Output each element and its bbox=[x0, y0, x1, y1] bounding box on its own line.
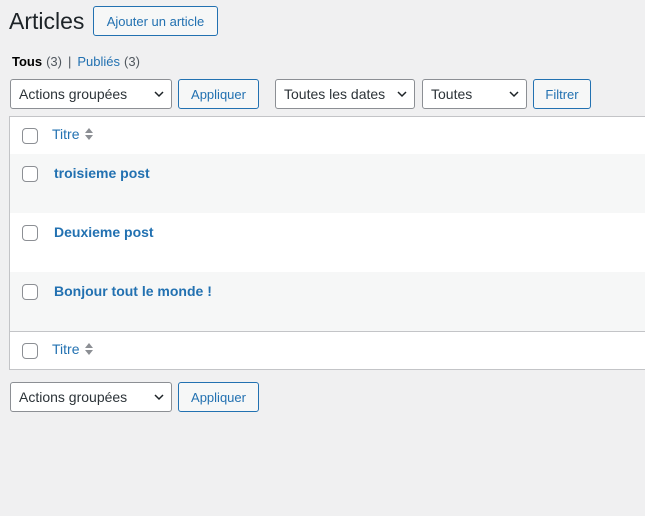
row-checkbox[interactable] bbox=[22, 166, 38, 182]
column-title-label: Titre bbox=[52, 126, 80, 142]
bulk-actions-select-top[interactable]: Actions groupées bbox=[10, 79, 172, 109]
filter-all-label[interactable]: Tous bbox=[12, 53, 42, 71]
table-header: Titre bbox=[10, 117, 645, 155]
select-all-checkbox-footer[interactable] bbox=[22, 343, 38, 359]
select-all-checkbox[interactable] bbox=[22, 128, 38, 144]
table-row: Deuxieme post bbox=[10, 213, 645, 272]
column-title-sort-footer[interactable]: Titre bbox=[52, 341, 94, 357]
bulk-actions-select-bottom[interactable]: Actions groupées bbox=[10, 382, 172, 412]
row-checkbox[interactable] bbox=[22, 225, 38, 241]
status-filter-links: Tous (3) | Publiés (3) bbox=[12, 53, 140, 71]
bulk-actions-value: Actions groupées bbox=[19, 389, 128, 405]
filter-published-count: (3) bbox=[124, 54, 140, 69]
column-title-label: Titre bbox=[52, 341, 80, 357]
chevron-down-icon bbox=[397, 91, 407, 98]
category-select[interactable]: Toutes bbox=[422, 79, 527, 109]
row-checkbox[interactable] bbox=[22, 284, 38, 300]
chevron-down-icon bbox=[154, 394, 164, 401]
filter-button[interactable]: Filtrer bbox=[533, 79, 591, 109]
sort-icon bbox=[85, 343, 94, 355]
posts-table: Titre troisieme post Deuxieme post Bonjo… bbox=[9, 116, 645, 370]
table-footer: Titre bbox=[10, 331, 645, 369]
sort-icon bbox=[85, 128, 94, 140]
page-title: Articles bbox=[9, 8, 85, 34]
post-title-link[interactable]: Bonjour tout le monde ! bbox=[54, 283, 212, 299]
apply-button-bottom[interactable]: Appliquer bbox=[178, 382, 259, 412]
chevron-down-icon bbox=[154, 91, 164, 98]
apply-button-top[interactable]: Appliquer bbox=[178, 79, 259, 109]
filter-separator: | bbox=[67, 54, 72, 69]
add-article-button[interactable]: Ajouter un article bbox=[93, 6, 218, 36]
filter-all-count: (3) bbox=[46, 54, 62, 69]
table-row: troisieme post bbox=[10, 154, 645, 213]
bulk-actions-value: Actions groupées bbox=[19, 86, 128, 102]
category-value: Toutes bbox=[431, 86, 473, 102]
dates-value: Toutes les dates bbox=[284, 86, 386, 102]
post-title-link[interactable]: Deuxieme post bbox=[54, 224, 154, 240]
column-title-sort[interactable]: Titre bbox=[52, 126, 94, 142]
table-row: Bonjour tout le monde ! bbox=[10, 272, 645, 331]
dates-select[interactable]: Toutes les dates bbox=[275, 79, 415, 109]
filter-published-link[interactable]: Publiés bbox=[77, 53, 120, 71]
chevron-down-icon bbox=[509, 91, 519, 98]
post-title-link[interactable]: troisieme post bbox=[54, 165, 150, 181]
